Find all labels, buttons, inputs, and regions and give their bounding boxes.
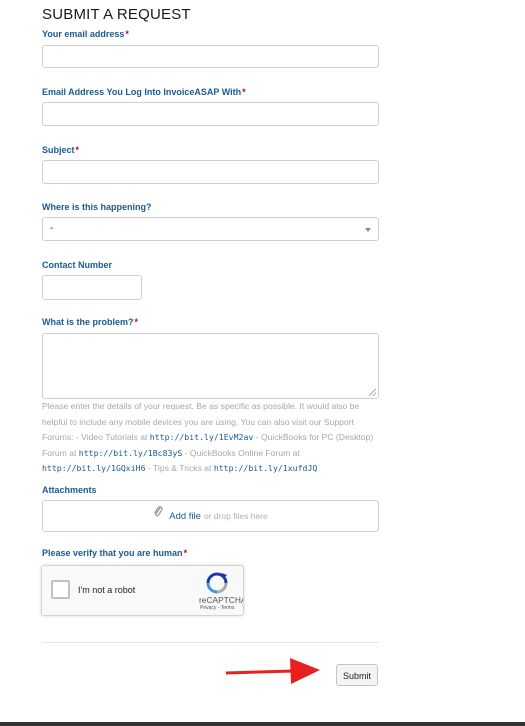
login-email-label: Email Address You Log Into InvoiceASAP W… bbox=[42, 87, 246, 97]
form-divider bbox=[42, 642, 379, 643]
problem-label: What is the problem?* bbox=[42, 317, 139, 327]
problem-textarea[interactable] bbox=[42, 333, 379, 399]
where-selected-value: - bbox=[50, 223, 54, 234]
recaptcha-label: I'm not a robot bbox=[78, 585, 136, 595]
red-arrow-annotation bbox=[224, 656, 322, 691]
drop-files-hint: or drop files here bbox=[203, 511, 268, 521]
chevron-down-icon bbox=[365, 228, 371, 232]
required-asterisk: * bbox=[183, 548, 188, 558]
submit-button[interactable]: Submit bbox=[336, 664, 378, 686]
email-input[interactable] bbox=[42, 45, 379, 68]
required-asterisk: * bbox=[134, 317, 139, 327]
problem-help-text: Please enter the details of your request… bbox=[42, 401, 374, 474]
recaptcha-brand: reCAPTCHA bbox=[199, 595, 244, 605]
resize-handle-icon[interactable] bbox=[369, 389, 376, 396]
attachment-dropzone[interactable]: Add file or drop files here bbox=[42, 500, 379, 532]
contact-label: Contact Number bbox=[42, 260, 113, 270]
where-label: Where is this happening? bbox=[42, 202, 152, 212]
subject-input[interactable] bbox=[42, 160, 379, 184]
contact-number-input[interactable] bbox=[42, 275, 142, 300]
video-tutorials-link[interactable]: http://bit.ly/1EvM2av bbox=[150, 432, 254, 442]
online-forum-link[interactable]: http://bit.ly/1GQxiH6 bbox=[42, 463, 146, 473]
recaptcha-checkbox[interactable] bbox=[51, 580, 70, 599]
required-asterisk: * bbox=[242, 87, 246, 97]
bottom-edge-bar bbox=[0, 722, 525, 726]
recaptcha-widget: I'm not a robot reCAPTCHA Privacy - Term… bbox=[41, 565, 244, 616]
paperclip-icon bbox=[153, 501, 163, 531]
verify-label: Please verify that you are human* bbox=[42, 548, 188, 558]
email-label: Your email address* bbox=[42, 29, 129, 39]
subject-label: Subject* bbox=[42, 145, 80, 155]
required-asterisk: * bbox=[125, 29, 129, 39]
attachments-label: Attachments bbox=[42, 485, 97, 495]
recaptcha-privacy-terms[interactable]: Privacy - Terms bbox=[200, 605, 234, 611]
page-title: SUBMIT A REQUEST bbox=[42, 6, 191, 23]
where-select[interactable]: - bbox=[42, 217, 379, 241]
desktop-forum-link[interactable]: http://bit.ly/1Bc83yS bbox=[79, 448, 183, 458]
tips-tricks-link[interactable]: http://bit.ly/1xufdJQ bbox=[214, 463, 318, 473]
add-file-link[interactable]: Add file bbox=[169, 511, 201, 522]
required-asterisk: * bbox=[75, 145, 80, 155]
login-email-input[interactable] bbox=[42, 102, 379, 126]
